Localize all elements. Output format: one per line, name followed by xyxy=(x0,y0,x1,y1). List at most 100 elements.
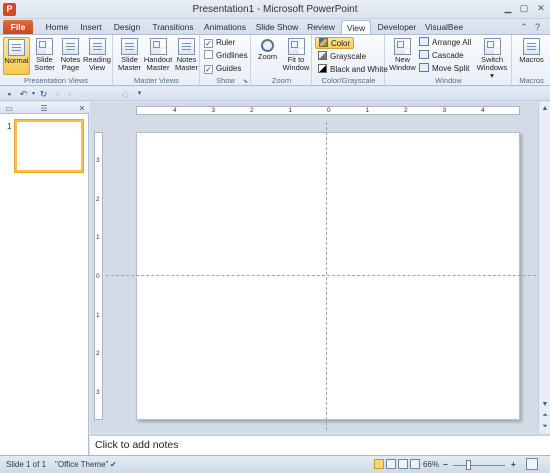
tab-home[interactable]: Home xyxy=(40,20,74,34)
tab-visualbee[interactable]: VisualBee xyxy=(423,20,465,34)
arrange-all-label: Arrange All xyxy=(432,38,472,47)
guides-label: Guides xyxy=(216,64,242,73)
vertical-scrollbar[interactable]: ▲ ▼ ⏶ ⏷ xyxy=(538,102,550,433)
maximize-button[interactable]: ▢ xyxy=(517,2,531,14)
tab-design[interactable]: Design xyxy=(110,20,144,34)
minimize-ribbon-icon[interactable]: ⌃ xyxy=(520,22,528,33)
customize-qat-icon[interactable]: ▾ xyxy=(134,89,145,99)
normal-view-button[interactable]: Normal xyxy=(3,37,30,75)
print-preview-icon[interactable]: ▫ xyxy=(52,89,63,99)
move-split-button[interactable]: Move Split xyxy=(419,63,469,75)
zoom-in-icon[interactable]: + xyxy=(511,460,516,469)
next-slide-icon[interactable]: ⏷ xyxy=(540,421,550,432)
format-painter-icon[interactable]: ◌ xyxy=(78,89,89,99)
macros-button-label: Macros xyxy=(519,55,544,64)
notes-pane[interactable]: Click to add notes xyxy=(90,434,550,455)
redo-icon[interactable]: ↻ xyxy=(38,89,49,99)
grayscale-button[interactable]: Grayscale xyxy=(318,51,366,63)
slide-canvas[interactable] xyxy=(136,132,520,420)
tab-insert[interactable]: Insert xyxy=(76,20,106,34)
fit-to-window-icon xyxy=(287,38,305,55)
ruler-label: Ruler xyxy=(216,38,236,47)
tab-transitions[interactable]: Transitions xyxy=(149,20,197,34)
normal-view-icon xyxy=(8,39,25,56)
zoom-level[interactable]: 66% xyxy=(423,460,439,469)
tab-view[interactable]: View xyxy=(341,20,371,34)
previous-slide-icon[interactable]: ⏶ xyxy=(540,410,550,421)
eraser-icon[interactable]: ◇ xyxy=(120,89,131,99)
slide-sorter-button[interactable]: Slide Sorter xyxy=(31,37,58,75)
new-window-button[interactable]: New Window xyxy=(388,37,417,75)
normal-view-status-icon[interactable] xyxy=(374,459,384,469)
draw-icon[interactable]: ◌ xyxy=(106,89,117,99)
notes-master-button[interactable]: Notes Master xyxy=(173,37,200,75)
switch-windows-icon xyxy=(483,38,501,55)
ruler-tick-label: 2 xyxy=(404,107,408,114)
slide-show-status-icon[interactable] xyxy=(410,459,420,469)
tab-file[interactable]: File xyxy=(3,20,33,34)
arrange-all-button[interactable]: Arrange All xyxy=(419,37,471,49)
group-macros: Macros Macros xyxy=(513,35,550,86)
ruler-tick-label: 2 xyxy=(96,350,100,358)
fit-slide-icon[interactable] xyxy=(526,458,538,470)
slide-sorter-icon xyxy=(36,38,53,55)
horizontal-ruler[interactable]: 4 3 2 1 0 1 2 3 4 xyxy=(136,106,520,115)
vertical-ruler[interactable]: 3 2 1 0 1 2 3 xyxy=(94,132,103,420)
spelling-check-icon[interactable]: ✔ xyxy=(110,460,117,469)
slides-tab-icon[interactable]: ▭ xyxy=(3,103,15,114)
slide-master-icon xyxy=(121,38,138,55)
zoom-out-icon[interactable]: − xyxy=(443,460,448,469)
zoom-slider[interactable] xyxy=(453,465,505,466)
guides-checkbox[interactable]: ✓ Guides xyxy=(204,63,241,75)
color-button[interactable]: Color xyxy=(315,37,355,49)
shape-icon[interactable]: ◌ xyxy=(92,89,103,99)
fit-to-window-button[interactable]: Fit to Window xyxy=(281,37,311,75)
black-and-white-label: Black and White xyxy=(330,65,388,74)
slide-sorter-status-icon[interactable] xyxy=(386,459,396,469)
zoom-slider-thumb[interactable] xyxy=(466,460,471,470)
ruler-checkbox[interactable]: ✓ Ruler xyxy=(204,37,235,49)
close-button[interactable]: ✕ xyxy=(534,2,548,14)
group-zoom: Zoom Fit to Window Zoom xyxy=(252,35,312,86)
theme-name[interactable]: "Office Theme" xyxy=(55,460,108,469)
zoom-button[interactable]: Zoom xyxy=(254,37,281,75)
black-and-white-button[interactable]: Black and White xyxy=(318,64,388,76)
notes-page-button[interactable]: Notes Page xyxy=(57,37,84,75)
scroll-down-icon[interactable]: ▼ xyxy=(540,399,550,410)
window-title: Presentation1 - Microsoft PowerPoint xyxy=(192,4,358,15)
macros-button[interactable]: Macros xyxy=(516,37,547,75)
vertical-guide[interactable] xyxy=(326,122,327,430)
show-dialog-launcher-icon[interactable]: ⬊ xyxy=(243,78,248,85)
tab-review[interactable]: Review xyxy=(305,20,337,34)
open-icon[interactable]: ▫ xyxy=(64,89,75,99)
handout-master-icon xyxy=(149,38,167,55)
color-grayscale-label: Color/Grayscale xyxy=(321,76,376,85)
group-presentation-views: Normal Slide Sorter Notes Page Reading V… xyxy=(0,35,113,86)
outline-tab-icon[interactable]: ☰ xyxy=(38,103,50,114)
horizontal-guide[interactable] xyxy=(106,275,536,276)
ruler-tick-label: 3 xyxy=(211,107,216,114)
ruler-tick-label: 3 xyxy=(96,389,100,396)
ruler-tick-label: 1 xyxy=(96,311,100,319)
notes-placeholder[interactable]: Click to add notes xyxy=(95,439,178,451)
reading-view-status-icon[interactable] xyxy=(398,459,408,469)
handout-master-button[interactable]: Handout Master xyxy=(143,37,173,75)
tab-animations[interactable]: Animations xyxy=(201,20,249,34)
slide-thumbnail[interactable] xyxy=(15,120,83,172)
minimize-button[interactable]: ▁ xyxy=(501,2,515,14)
close-pane-icon[interactable]: ✕ xyxy=(76,103,88,114)
new-window-icon xyxy=(394,38,411,55)
slide-master-button[interactable]: Slide Master xyxy=(116,37,143,75)
group-color-grayscale: Color Grayscale Black and White Color/Gr… xyxy=(313,35,388,86)
gridlines-checkbox[interactable]: Gridlines xyxy=(204,50,248,62)
tab-slide-show[interactable]: Slide Show xyxy=(253,20,301,34)
switch-windows-button[interactable]: Switch Windows ▾ xyxy=(474,37,510,80)
reading-view-icon xyxy=(88,38,106,55)
help-icon[interactable]: ? xyxy=(535,22,540,32)
cascade-button[interactable]: Cascade xyxy=(419,50,464,62)
reading-view-button[interactable]: Reading View xyxy=(83,37,111,75)
tab-developer[interactable]: Developer xyxy=(376,20,418,34)
save-icon[interactable]: ▪ xyxy=(4,89,15,99)
scroll-up-icon[interactable]: ▲ xyxy=(540,103,550,114)
slides-pane-tabs: ▭ ☰ ✕ xyxy=(0,102,89,114)
